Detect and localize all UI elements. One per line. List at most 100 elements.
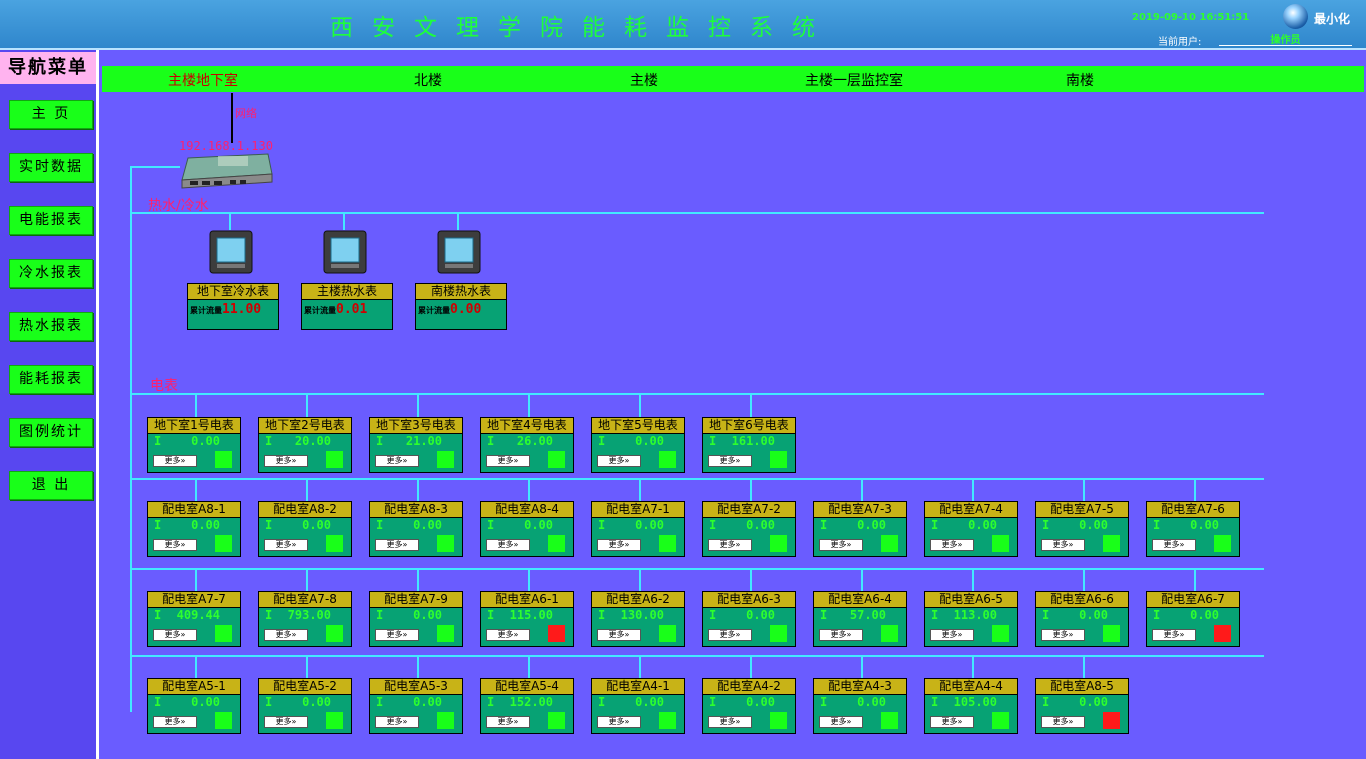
status-indicator: [770, 625, 787, 642]
building-tab-main-basement[interactable]: 主楼地下室: [168, 70, 238, 90]
more-button[interactable]: 更多»: [486, 629, 530, 641]
electric-meter-panel[interactable]: 配电室A7-7 I 409.44 更多»: [147, 591, 241, 647]
electric-meter-panel[interactable]: 配电室A4-2 I 0.00 更多»: [702, 678, 796, 734]
electric-meter-panel[interactable]: 配电室A7-1 I 0.00 更多»: [591, 501, 685, 557]
meter-name: 配电室A7-4: [925, 502, 1017, 518]
electric-meter-panel[interactable]: 地下室2号电表 I 20.00 更多»: [258, 417, 352, 473]
more-button[interactable]: 更多»: [1041, 539, 1085, 551]
minimize-icon[interactable]: [1283, 4, 1308, 29]
electric-meter-panel[interactable]: 配电室A6-5 I 113.00 更多»: [924, 591, 1018, 647]
nav-item-hot-water-report[interactable]: 热水报表: [9, 312, 93, 341]
more-button[interactable]: 更多»: [264, 455, 308, 467]
more-button[interactable]: 更多»: [486, 455, 530, 467]
more-button[interactable]: 更多»: [708, 539, 752, 551]
electric-meter-panel[interactable]: 地下室3号电表 I 21.00 更多»: [369, 417, 463, 473]
electric-meter-panel[interactable]: 配电室A5-4 I 152.00 更多»: [480, 678, 574, 734]
meter-name: 配电室A7-9: [370, 592, 462, 608]
nav-item-realtime-data[interactable]: 实时数据: [9, 153, 93, 182]
more-button[interactable]: 更多»: [819, 629, 863, 641]
current-value: 0.00: [746, 608, 775, 622]
nav-item-energy-report[interactable]: 能耗报表: [9, 365, 93, 394]
meter-drop-line: [528, 393, 530, 417]
more-button[interactable]: 更多»: [486, 716, 530, 728]
more-button[interactable]: 更多»: [486, 539, 530, 551]
electric-meter-panel[interactable]: 配电室A7-4 I 0.00 更多»: [924, 501, 1018, 557]
more-button[interactable]: 更多»: [1041, 716, 1085, 728]
electric-meter-panel[interactable]: 配电室A6-6 I 0.00 更多»: [1035, 591, 1129, 647]
water-meter-panel[interactable]: 地下室冷水表 累计流量 11.00: [187, 283, 279, 330]
electric-meter-panel[interactable]: 配电室A6-4 I 57.00 更多»: [813, 591, 907, 647]
electric-meter-panel[interactable]: 配电室A5-1 I 0.00 更多»: [147, 678, 241, 734]
electric-meter-panel[interactable]: 配电室A7-5 I 0.00 更多»: [1035, 501, 1129, 557]
nav-item-home[interactable]: 主 页: [9, 100, 93, 129]
more-button[interactable]: 更多»: [153, 629, 197, 641]
water-meter-panel[interactable]: 南楼热水表 累计流量 0.00: [415, 283, 507, 330]
minimize-button[interactable]: 最小化: [1314, 10, 1350, 27]
more-button[interactable]: 更多»: [375, 455, 419, 467]
status-indicator: [326, 625, 343, 642]
water-meter-value: 11.00: [222, 302, 262, 317]
nav-item-legend-stats[interactable]: 图例统计: [9, 418, 93, 447]
more-button[interactable]: 更多»: [1041, 629, 1085, 641]
more-button[interactable]: 更多»: [375, 539, 419, 551]
electric-meter-panel[interactable]: 配电室A8-2 I 0.00 更多»: [258, 501, 352, 557]
electric-meter-panel[interactable]: 配电室A6-7 I 0.00 更多»: [1146, 591, 1240, 647]
more-button[interactable]: 更多»: [153, 539, 197, 551]
building-tab-south[interactable]: 南楼: [1066, 70, 1094, 90]
electric-meter-panel[interactable]: 配电室A6-3 I 0.00 更多»: [702, 591, 796, 647]
electric-meter-panel[interactable]: 配电室A8-3 I 0.00 更多»: [369, 501, 463, 557]
electric-meter-panel[interactable]: 配电室A7-9 I 0.00 更多»: [369, 591, 463, 647]
more-button[interactable]: 更多»: [597, 455, 641, 467]
more-button[interactable]: 更多»: [708, 455, 752, 467]
gateway-link-line: [130, 166, 180, 168]
electric-meter-panel[interactable]: 配电室A7-3 I 0.00 更多»: [813, 501, 907, 557]
more-button[interactable]: 更多»: [819, 716, 863, 728]
more-button[interactable]: 更多»: [264, 629, 308, 641]
meter-name: 配电室A7-2: [703, 502, 795, 518]
electric-meter-panel[interactable]: 配电室A4-1 I 0.00 更多»: [591, 678, 685, 734]
more-button[interactable]: 更多»: [708, 629, 752, 641]
meter-name: 配电室A8-3: [370, 502, 462, 518]
more-button[interactable]: 更多»: [597, 716, 641, 728]
electric-meter-panel[interactable]: 配电室A7-2 I 0.00 更多»: [702, 501, 796, 557]
water-meter-panel[interactable]: 主楼热水表 累计流量 0.01: [301, 283, 393, 330]
meter-name: 配电室A5-4: [481, 679, 573, 695]
electric-meter-panel[interactable]: 配电室A7-6 I 0.00 更多»: [1146, 501, 1240, 557]
nav-item-cold-water-report[interactable]: 冷水报表: [9, 259, 93, 288]
more-button[interactable]: 更多»: [597, 539, 641, 551]
electric-meter-panel[interactable]: 配电室A8-5 I 0.00 更多»: [1035, 678, 1129, 734]
more-button[interactable]: 更多»: [597, 629, 641, 641]
more-button[interactable]: 更多»: [153, 455, 197, 467]
electric-meter-panel[interactable]: 地下室5号电表 I 0.00 更多»: [591, 417, 685, 473]
more-button[interactable]: 更多»: [1152, 629, 1196, 641]
electric-meter-panel[interactable]: 配电室A5-3 I 0.00 更多»: [369, 678, 463, 734]
more-button[interactable]: 更多»: [264, 539, 308, 551]
electric-meter-panel[interactable]: 地下室1号电表 I 0.00 更多»: [147, 417, 241, 473]
more-button[interactable]: 更多»: [930, 539, 974, 551]
more-button[interactable]: 更多»: [930, 629, 974, 641]
more-button[interactable]: 更多»: [153, 716, 197, 728]
building-tab-main[interactable]: 主楼: [630, 70, 658, 90]
more-button[interactable]: 更多»: [819, 539, 863, 551]
electric-meter-panel[interactable]: 配电室A8-1 I 0.00 更多»: [147, 501, 241, 557]
more-button[interactable]: 更多»: [930, 716, 974, 728]
electric-meter-panel[interactable]: 配电室A6-1 I 115.00 更多»: [480, 591, 574, 647]
electric-meter-panel[interactable]: 配电室A5-2 I 0.00 更多»: [258, 678, 352, 734]
more-button[interactable]: 更多»: [1152, 539, 1196, 551]
current-value: 0.00: [191, 518, 220, 532]
more-button[interactable]: 更多»: [708, 716, 752, 728]
more-button[interactable]: 更多»: [264, 716, 308, 728]
nav-item-power-report[interactable]: 电能报表: [9, 206, 93, 235]
more-button[interactable]: 更多»: [375, 716, 419, 728]
electric-meter-panel[interactable]: 配电室A4-3 I 0.00 更多»: [813, 678, 907, 734]
electric-meter-panel[interactable]: 配电室A4-4 I 105.00 更多»: [924, 678, 1018, 734]
nav-item-exit[interactable]: 退 出: [9, 471, 93, 500]
electric-meter-panel[interactable]: 配电室A7-8 I 793.00 更多»: [258, 591, 352, 647]
electric-meter-panel[interactable]: 地下室6号电表 I 161.00 更多»: [702, 417, 796, 473]
electric-meter-panel[interactable]: 地下室4号电表 I 26.00 更多»: [480, 417, 574, 473]
electric-meter-panel[interactable]: 配电室A8-4 I 0.00 更多»: [480, 501, 574, 557]
more-button[interactable]: 更多»: [375, 629, 419, 641]
electric-meter-panel[interactable]: 配电室A6-2 I 130.00 更多»: [591, 591, 685, 647]
building-tab-north[interactable]: 北楼: [414, 70, 442, 90]
building-tab-monitor-room[interactable]: 主楼一层监控室: [805, 70, 903, 90]
